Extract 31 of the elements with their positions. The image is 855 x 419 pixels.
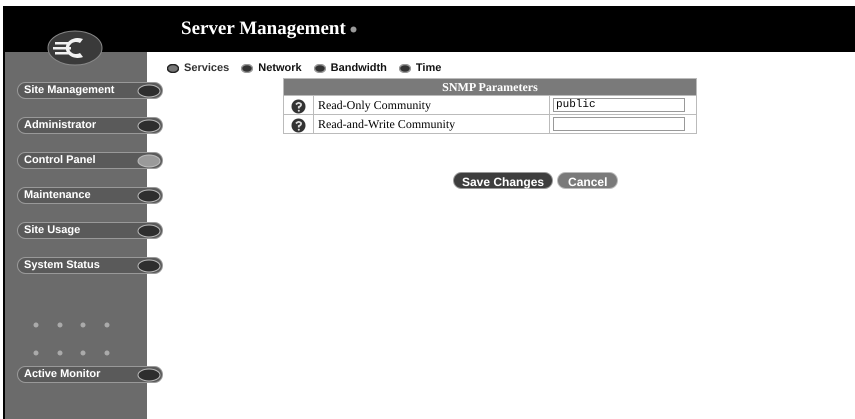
cancel-button[interactable]: Cancel <box>557 172 618 189</box>
tab-link[interactable]: Network <box>241 60 302 76</box>
sidebar-item[interactable]: Control Panel <box>17 152 163 169</box>
save-button[interactable]: Save Changes <box>453 172 554 189</box>
dot-icon <box>33 350 39 356</box>
help-icon[interactable] <box>291 98 306 114</box>
input-field[interactable]: public <box>553 98 685 112</box>
dot-icon <box>80 322 86 328</box>
sidebar-item[interactable]: System Status <box>17 257 163 274</box>
help-icon[interactable] <box>291 118 306 133</box>
table-title: SNMP Parameters <box>284 78 696 96</box>
sidebar-item[interactable]: Maintenance <box>17 187 163 204</box>
field-label: Read-Only Community <box>318 98 431 112</box>
tab-link[interactable]: Time <box>398 60 442 76</box>
field-label: Read-and-Write Community <box>318 117 456 131</box>
registered-icon <box>350 26 357 32</box>
sidebar-item[interactable]: Active Monitor <box>17 366 163 383</box>
dot-icon <box>104 322 110 328</box>
dot-icon <box>33 322 39 328</box>
sidebar-item[interactable]: Site Usage <box>17 222 163 239</box>
input-field[interactable] <box>553 117 685 131</box>
page-title: Server Management <box>181 16 346 41</box>
logo-icon <box>47 30 103 66</box>
sidebar-item[interactable]: Administrator <box>17 117 163 134</box>
dot-icon <box>104 350 110 356</box>
dot-icon <box>56 322 62 328</box>
tab-link[interactable]: Bandwidth <box>314 60 387 76</box>
tab-link[interactable]: Services <box>167 60 230 76</box>
dot-icon <box>56 350 62 356</box>
sidebar-item[interactable]: Site Management <box>17 82 163 99</box>
dot-icon <box>80 350 86 356</box>
